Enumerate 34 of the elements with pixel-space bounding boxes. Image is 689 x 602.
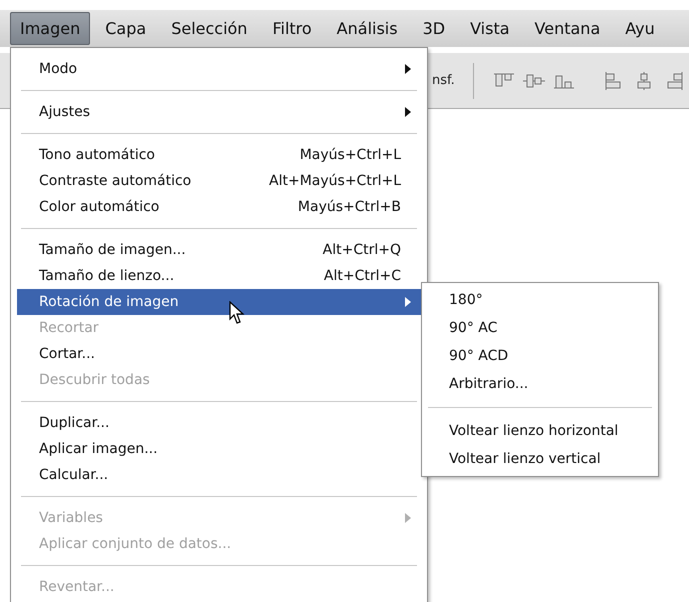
menu-item[interactable]: Ajustes bbox=[17, 99, 421, 125]
submenu-item[interactable]: 90° AC bbox=[426, 314, 654, 342]
shortcut-text: Mayús+Ctrl+L bbox=[300, 146, 401, 164]
menu-item[interactable]: Modo bbox=[17, 56, 421, 82]
menu-bar-item[interactable]: Ayu bbox=[615, 12, 665, 45]
toolbar-label: nsf. bbox=[432, 72, 455, 90]
menu-bar-item[interactable]: Selección bbox=[161, 12, 258, 45]
menu-bar-item[interactable]: Capa bbox=[95, 12, 156, 45]
menu-item[interactable]: Calcular... bbox=[17, 462, 421, 488]
menu-item[interactable]: Duplicar... bbox=[17, 410, 421, 436]
menu-item[interactable]: Tono automático Mayús+Ctrl+L bbox=[17, 142, 421, 168]
menu-bar-item[interactable]: Vista bbox=[460, 12, 520, 45]
menu-bar-item[interactable]: Ventana bbox=[524, 12, 610, 45]
submenu-item[interactable]: Voltear lienzo vertical bbox=[426, 445, 654, 473]
menu-item[interactable]: Aplicar imagen... bbox=[17, 436, 421, 462]
shortcut-text: Mayús+Ctrl+B bbox=[298, 198, 401, 216]
shortcut-text: Alt+Ctrl+Q bbox=[322, 240, 401, 260]
menu-item[interactable]: Tamaño de imagen... Alt+Ctrl+Q bbox=[17, 237, 421, 263]
submenu-item[interactable]: 180° bbox=[426, 286, 654, 314]
menu-item[interactable]: Rotación de imagen bbox=[17, 289, 421, 315]
menu-item[interactable]: Color automático Mayús+Ctrl+B bbox=[17, 194, 421, 220]
submenu-item[interactable]: Voltear lienzo horizontal bbox=[426, 417, 654, 445]
menu-bar-item[interactable]: 3D bbox=[412, 12, 456, 45]
shortcut-text: Alt+Mayús+Ctrl+L bbox=[269, 172, 401, 190]
menu-bar-item[interactable]: Análisis bbox=[326, 12, 408, 45]
menu-item[interactable]: Tamaño de lienzo... Alt+Ctrl+C bbox=[17, 263, 421, 289]
menu-item[interactable]: Contraste automático Alt+Mayús+Ctrl+L bbox=[17, 168, 421, 194]
menu-item[interactable]: Cortar... bbox=[17, 341, 421, 367]
menu-bar-item[interactable]: Imagen bbox=[10, 12, 90, 45]
submenu-item[interactable]: Arbitrario... bbox=[426, 370, 654, 398]
mouse-cursor-icon bbox=[229, 301, 246, 325]
menu-bar-item[interactable]: Filtro bbox=[262, 12, 322, 45]
shortcut-text: Alt+Ctrl+C bbox=[324, 266, 401, 286]
submenu-item[interactable]: 90° ACD bbox=[426, 342, 654, 370]
